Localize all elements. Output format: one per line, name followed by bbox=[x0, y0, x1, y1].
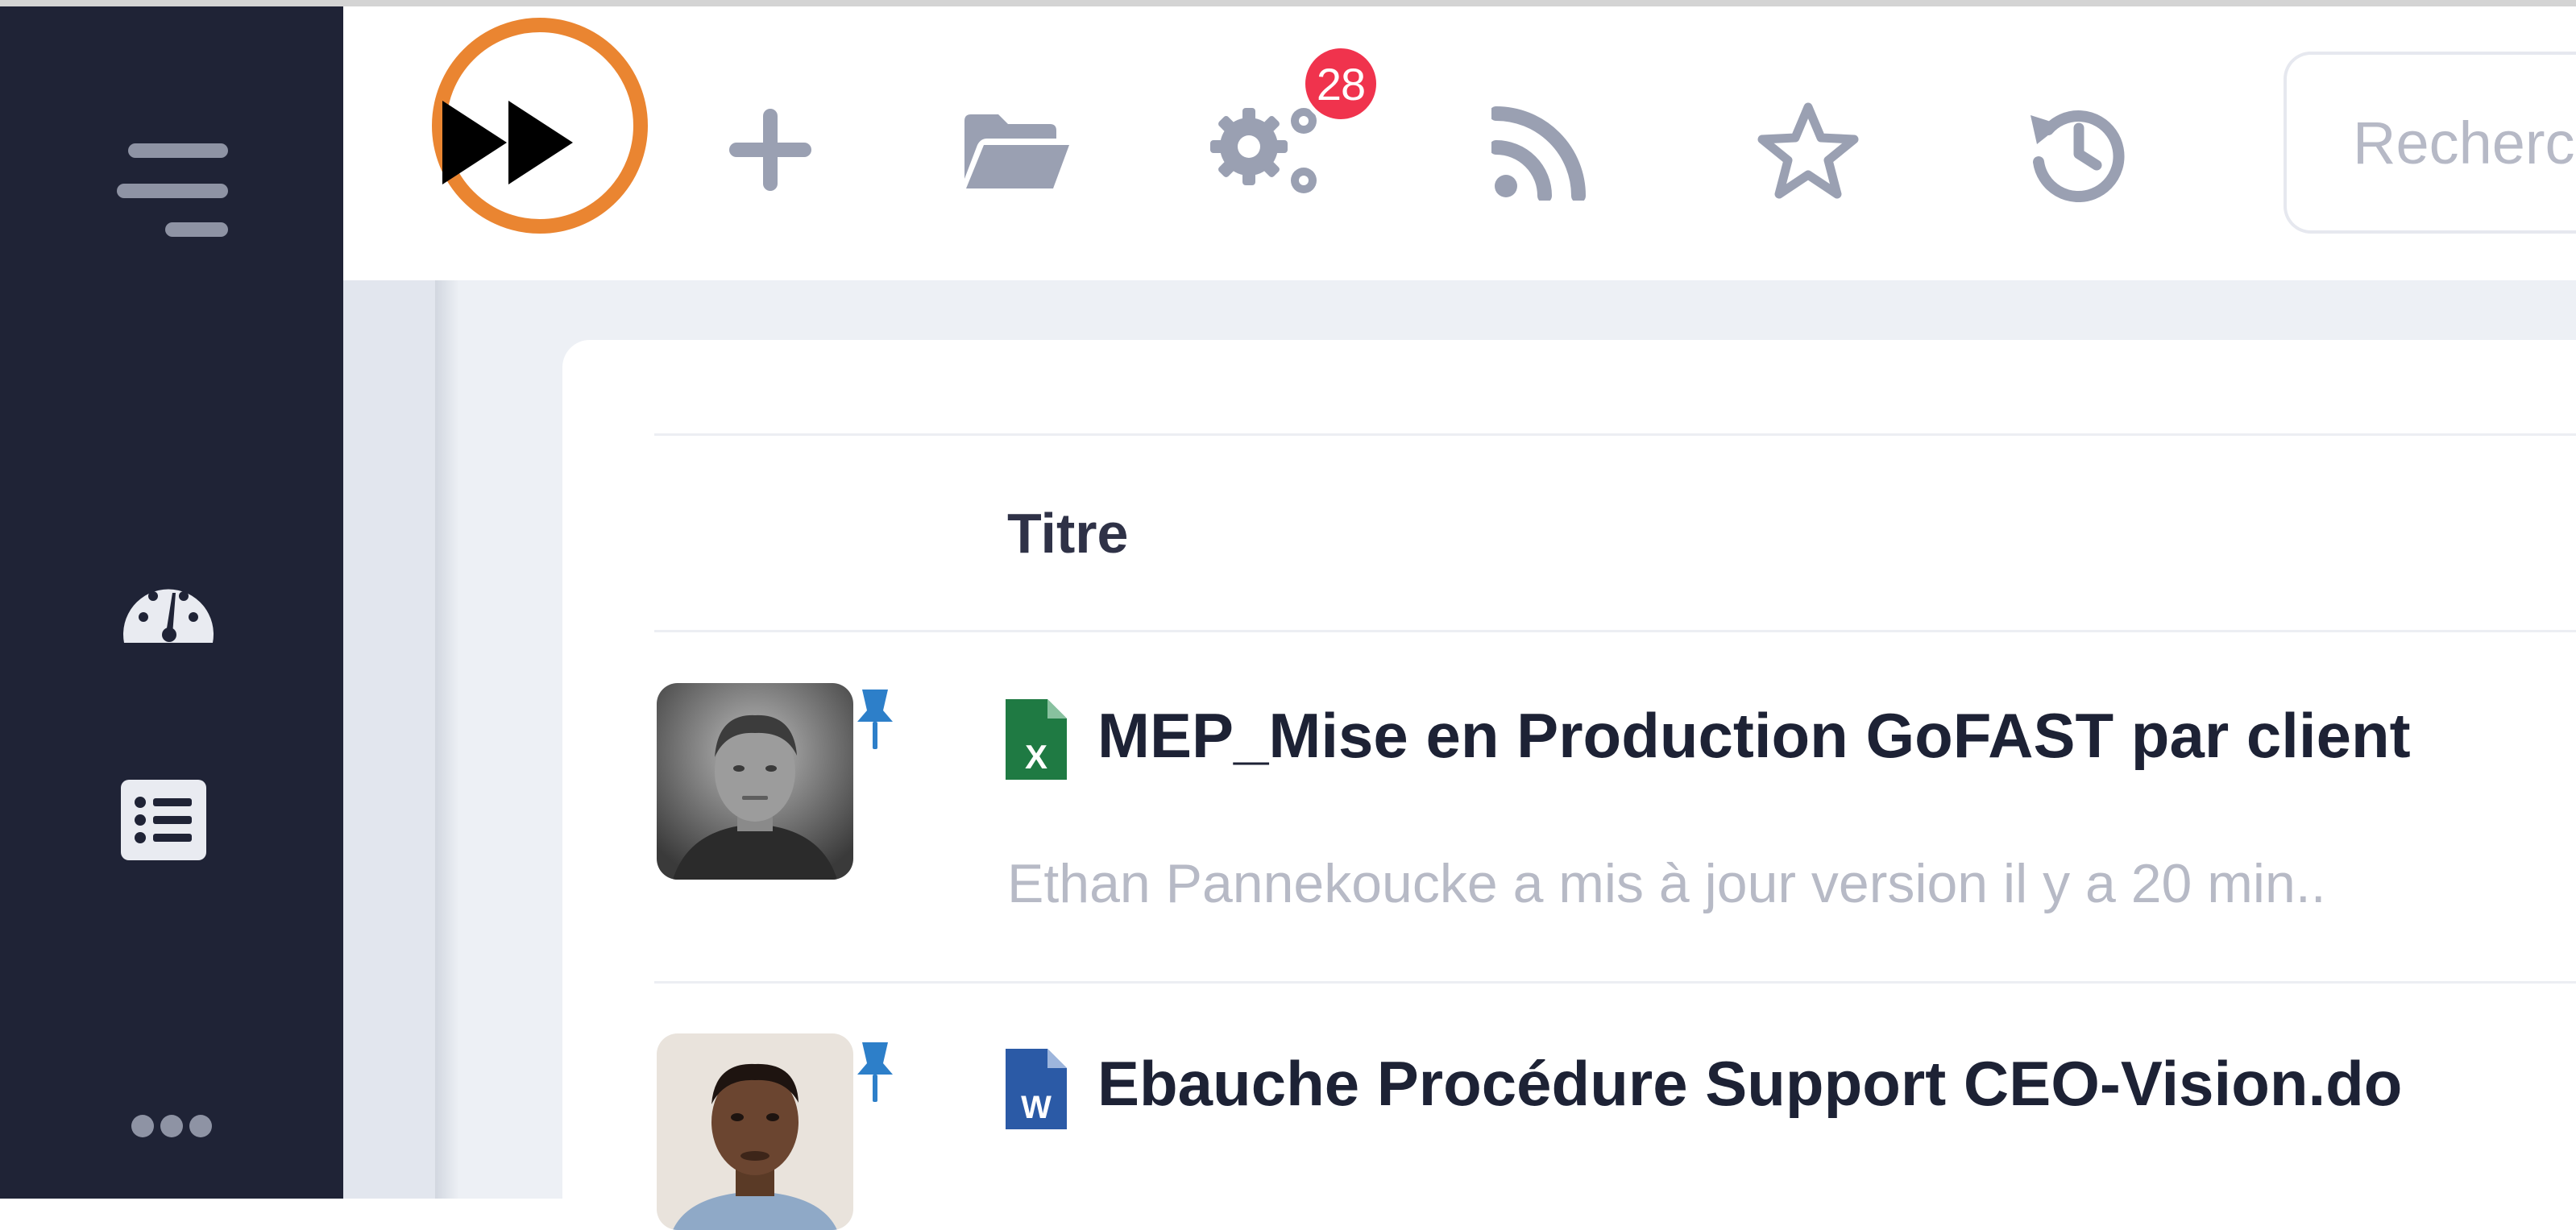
list-icon[interactable] bbox=[121, 780, 206, 860]
dashboard-gauge-icon[interactable] bbox=[119, 570, 218, 648]
search-box bbox=[2284, 52, 2576, 234]
fast-forward-icon bbox=[442, 101, 573, 184]
notification-badge: 28 bbox=[1300, 43, 1381, 124]
pin-icon[interactable] bbox=[851, 1039, 899, 1104]
plus-icon bbox=[729, 109, 811, 191]
panel-shadow bbox=[435, 280, 459, 1199]
menu-icon[interactable] bbox=[117, 143, 230, 243]
document-activity-subtitle: Ethan Pannekoucke a mis à jour version i… bbox=[1007, 853, 2326, 914]
more-icon[interactable] bbox=[129, 1110, 214, 1142]
pin-icon[interactable] bbox=[851, 686, 899, 751]
window-top-border bbox=[0, 0, 2576, 6]
history-icon bbox=[2031, 110, 2125, 202]
avatar-photo bbox=[657, 1033, 853, 1230]
row-divider bbox=[654, 981, 2576, 984]
fast-forward-button[interactable] bbox=[430, 74, 591, 211]
folders-button[interactable] bbox=[956, 107, 1076, 196]
author-avatar[interactable] bbox=[657, 683, 853, 880]
document-title-link[interactable]: MEP_Mise en Production GoFAST par client bbox=[1097, 699, 2411, 772]
rss-icon bbox=[1491, 106, 1586, 201]
document-title-link[interactable]: Ebauche Procédure Support CEO-Vision.do bbox=[1097, 1047, 2402, 1120]
excel-file-letter: X bbox=[1025, 738, 1047, 776]
top-toolbar: 28 bbox=[343, 6, 2576, 280]
word-file-letter: W bbox=[1021, 1090, 1052, 1125]
word-file-icon: W bbox=[1006, 1049, 1067, 1129]
excel-file-icon: X bbox=[1006, 699, 1067, 780]
table-header-bottom-divider bbox=[654, 630, 2576, 632]
author-avatar[interactable] bbox=[657, 1033, 853, 1230]
column-header-title[interactable]: Titre bbox=[1007, 501, 1128, 565]
star-icon bbox=[1757, 102, 1859, 199]
add-button[interactable] bbox=[722, 101, 819, 198]
search-input[interactable] bbox=[2351, 107, 2576, 178]
activity-feed-button[interactable] bbox=[1479, 100, 1600, 205]
history-button[interactable] bbox=[2016, 93, 2137, 206]
favorites-button[interactable] bbox=[1752, 97, 1865, 205]
table-header-top-divider bbox=[654, 433, 2576, 436]
sidebar bbox=[0, 6, 343, 1199]
folder-open-icon bbox=[964, 114, 1069, 188]
avatar-photo bbox=[657, 683, 853, 880]
